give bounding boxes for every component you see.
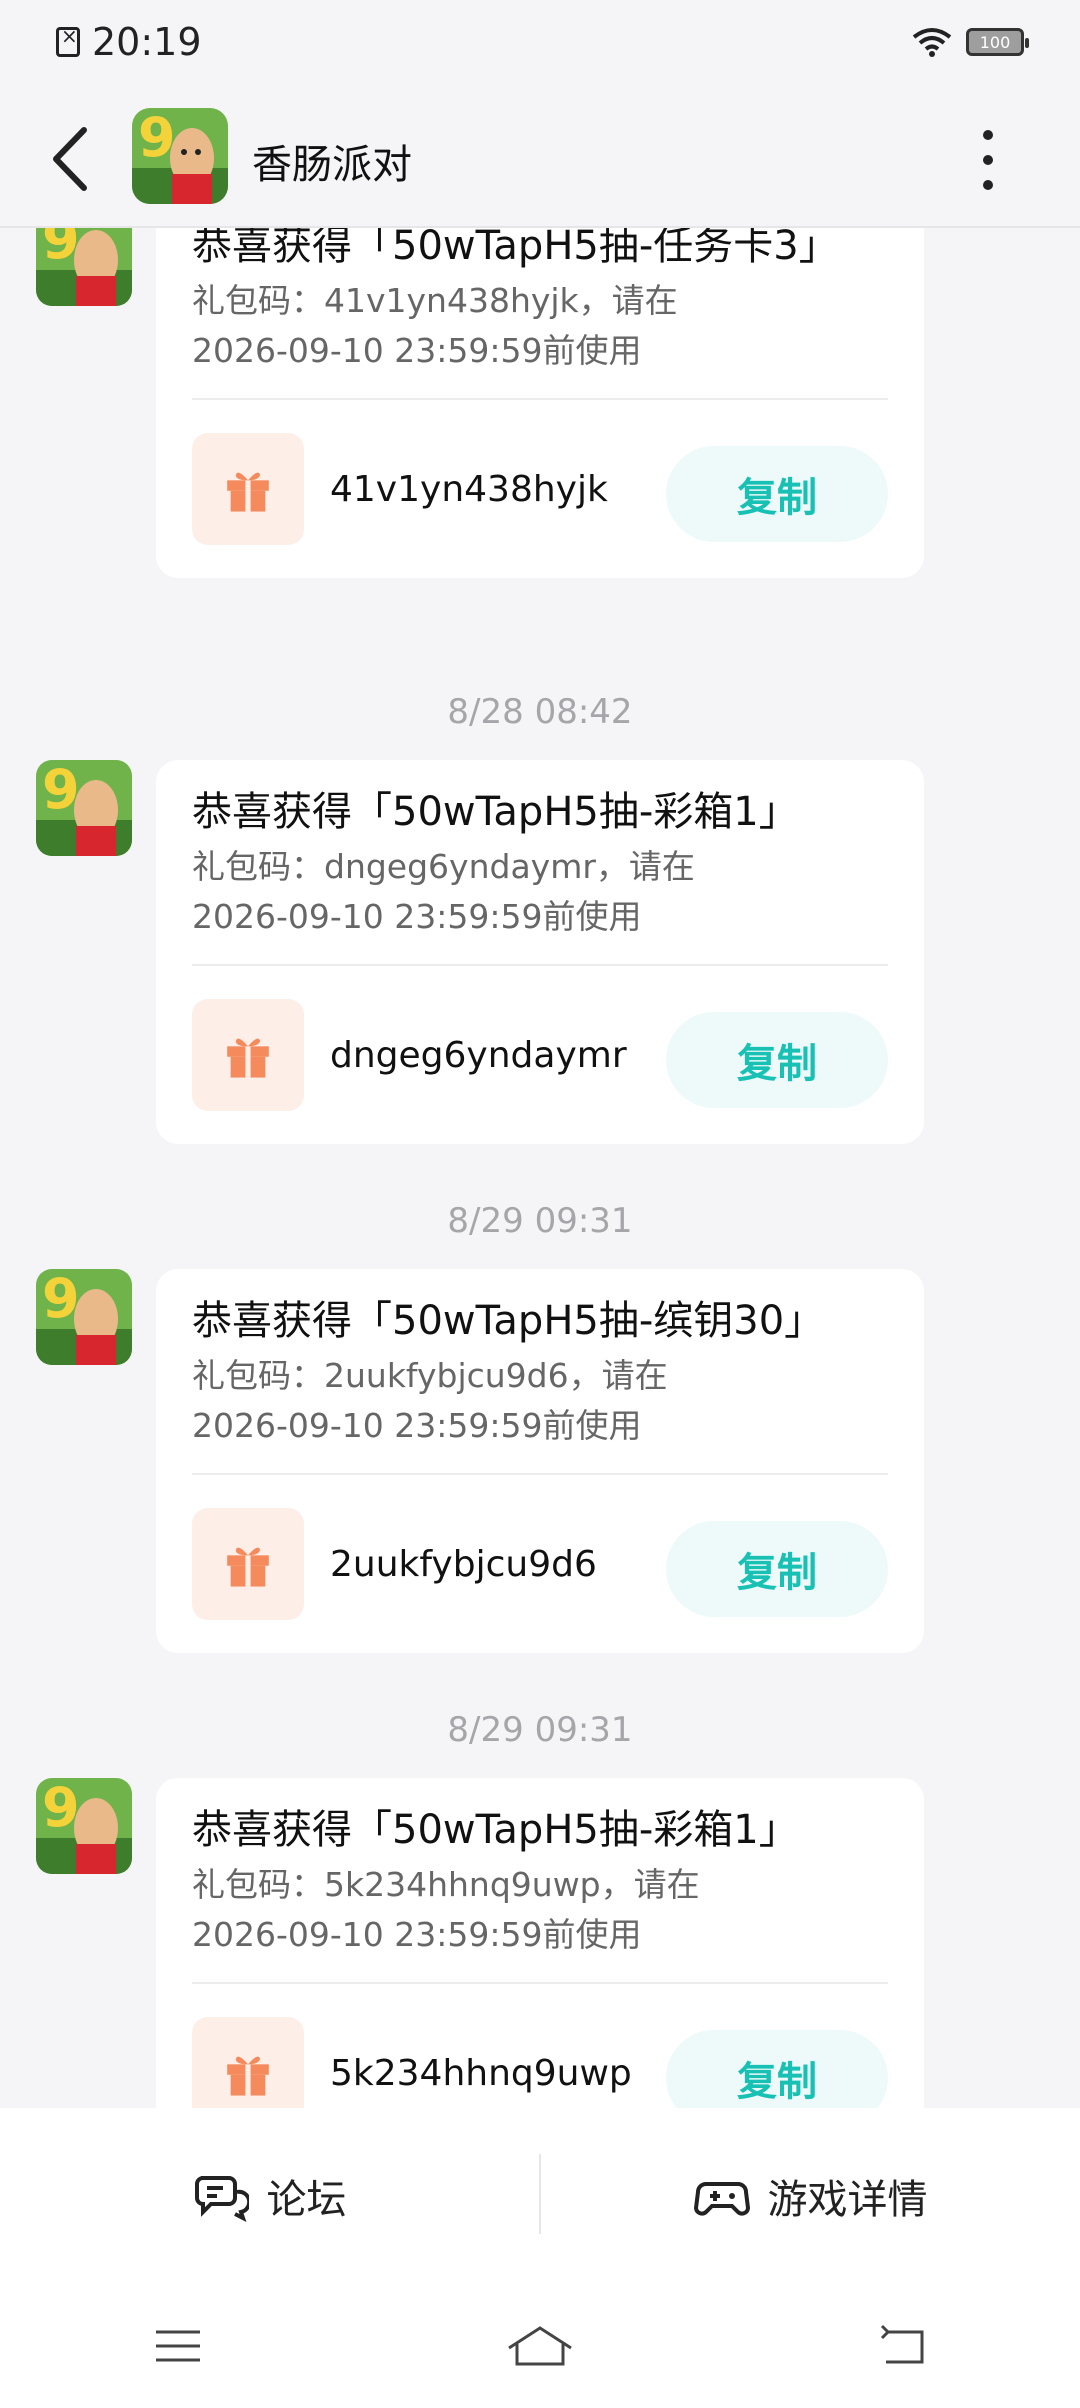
timestamp: 8/29 09:31 [447, 1201, 633, 1241]
card-title: 恭喜获得「50wTapH5抽-任务卡3」 [192, 228, 839, 269]
svg-text:9: 9 [42, 760, 80, 821]
timestamp: 8/29 09:31 [447, 1710, 633, 1750]
gift-card: 恭喜获得「50wTapH5抽-任务卡3」 礼包码：41v1yn438hyjk，请… [156, 228, 924, 578]
status-bar: 20:19 100 [0, 0, 1080, 84]
status-time: 20:19 [92, 20, 202, 64]
card-desc: 礼包码：2uukfybjcu9d6，请在2026-09-10 23:59:59前… [192, 1356, 668, 1445]
home-icon[interactable] [505, 2318, 575, 2374]
card-desc: 礼包码：5k234hhnq9uwp，请在2026-09-10 23:59:59前… [192, 1865, 700, 1954]
game-avatar[interactable]: 9 [132, 108, 228, 204]
gift-card: 恭喜获得「50wTapH5抽-彩箱1」 礼包码：dngeg6yndaymr，请在… [156, 760, 924, 1144]
card-desc: 礼包码：dngeg6yndaymr，请在2026-09-10 23:59:59前… [192, 847, 695, 936]
gift-card: 恭喜获得「50wTapH5抽-缤钥30」 礼包码：2uukfybjcu9d6，请… [156, 1269, 924, 1653]
sender-avatar: 9 [36, 1778, 132, 1874]
timestamp: 8/28 08:42 [447, 692, 633, 732]
card-desc: 礼包码：41v1yn438hyjk，请在2026-09-10 23:59:59前… [192, 281, 678, 370]
tab-game-detail-label: 游戏详情 [767, 2177, 928, 2223]
gift-icon [192, 1508, 304, 1620]
tab-game-detail[interactable]: 游戏详情 [541, 2108, 1080, 2284]
back-icon[interactable] [874, 2318, 930, 2374]
card-title: 恭喜获得「50wTapH5抽-彩箱1」 [192, 789, 799, 835]
gift-icon [192, 999, 304, 1111]
gift-code: 41v1yn438hyjk [330, 468, 608, 510]
more-options-icon[interactable] [976, 130, 1000, 190]
page-title: 香肠派对 [252, 142, 412, 188]
copy-button[interactable]: 复制 [666, 446, 888, 542]
gift-icon [192, 433, 304, 545]
system-nav-bar [0, 2284, 1080, 2408]
gift-code: dngeg6yndaymr [330, 1034, 627, 1076]
card-title: 恭喜获得「50wTapH5抽-彩箱1」 [192, 1807, 799, 1853]
forum-icon [194, 2176, 249, 2222]
wifi-icon [912, 28, 952, 57]
sender-avatar: 9 [36, 1269, 132, 1365]
svg-text:9: 9 [42, 1269, 80, 1330]
svg-text:9: 9 [42, 228, 80, 271]
svg-text:9: 9 [42, 1778, 80, 1839]
gamepad-icon [693, 2182, 750, 2216]
battery-icon: 100 [966, 28, 1029, 56]
chat-header: 9 香肠派对 [0, 84, 1080, 228]
copy-button[interactable]: 复制 [666, 2030, 888, 2108]
gift-code: 2uukfybjcu9d6 [330, 1543, 597, 1585]
bottom-tab-bar: 论坛 游戏详情 [0, 2108, 1080, 2284]
menu-icon[interactable] [150, 2318, 206, 2374]
message-list[interactable]: 9 恭喜获得「50wTapH5抽-任务卡3」 礼包码：41v1yn438hyjk… [0, 228, 1080, 2108]
no-sim-icon [56, 24, 80, 57]
sender-avatar: 9 [36, 760, 132, 856]
gift-icon [192, 2017, 304, 2108]
sender-avatar: 9 [36, 228, 132, 306]
back-arrow-icon[interactable] [46, 124, 96, 194]
card-title: 恭喜获得「50wTapH5抽-缤钥30」 [192, 1298, 825, 1344]
tab-forum[interactable]: 论坛 [0, 2108, 539, 2284]
gift-card: 恭喜获得「50wTapH5抽-彩箱1」 礼包码：5k234hhnq9uwp，请在… [156, 1778, 924, 2108]
gift-code: 5k234hhnq9uwp [330, 2052, 632, 2094]
tab-forum-label: 论坛 [266, 2177, 347, 2223]
svg-text:9: 9 [138, 108, 176, 169]
copy-button[interactable]: 复制 [666, 1012, 888, 1108]
copy-button[interactable]: 复制 [666, 1521, 888, 1617]
